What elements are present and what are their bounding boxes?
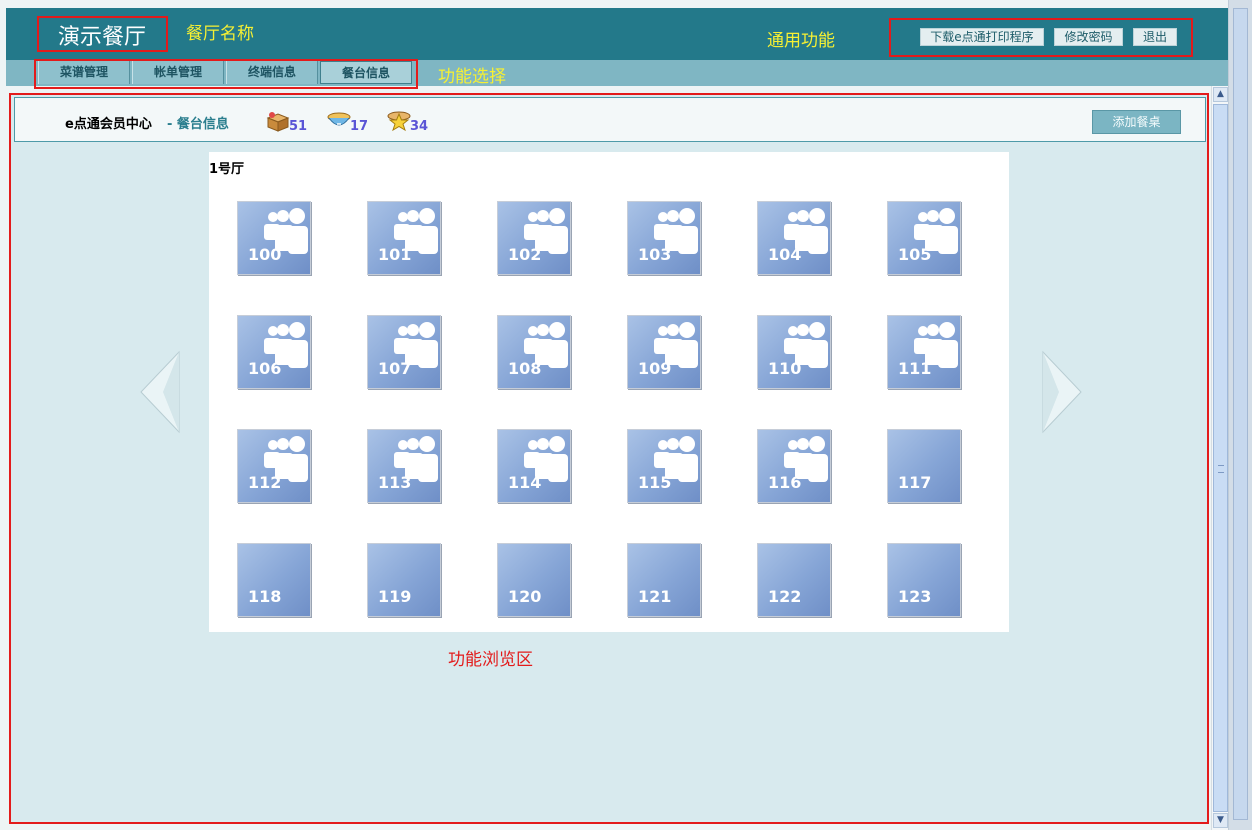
table-tile-117[interactable]: 117 — [887, 429, 961, 503]
annotation-restaurant-name: 餐厅名称 — [186, 24, 254, 44]
stat-box-count: 51 — [289, 119, 308, 134]
table-tile-112[interactable]: 112 — [237, 429, 311, 503]
table-number: 113 — [378, 473, 412, 492]
table-tile-103[interactable]: 103 — [627, 201, 701, 275]
grip-icon — [1218, 465, 1224, 473]
stat-bowl-count: 17 — [350, 119, 369, 134]
window-scrollbar[interactable] — [1228, 0, 1252, 830]
box-icon — [266, 112, 290, 132]
table-number: 123 — [898, 587, 932, 606]
table-tile-107[interactable]: 107 — [367, 315, 441, 389]
table-tile-114[interactable]: 114 — [497, 429, 571, 503]
menu-bar: 菜谱管理 帐单管理 终端信息 餐台信息 功能选择 — [6, 59, 1228, 89]
table-number: 115 — [638, 473, 672, 492]
info-bar: e点通会员中心 - 餐台信息 51 17 34 添加餐桌 — [14, 97, 1206, 142]
table-number: 114 — [508, 473, 542, 492]
table-number: 121 — [638, 587, 672, 606]
table-number: 122 — [768, 587, 802, 606]
table-tile-101[interactable]: 101 — [367, 201, 441, 275]
menu-highlight — [34, 59, 418, 89]
annotation-common-functions: 通用功能 — [767, 31, 835, 51]
table-tile-102[interactable]: 102 — [497, 201, 571, 275]
restaurant-name: 演示餐厅 — [58, 25, 147, 50]
table-panel: 1号厅 100 101 102 103 104 105 106 107 108 109 110 111… — [209, 152, 1009, 632]
table-tile-121[interactable]: 121 — [627, 543, 701, 617]
table-tile-113[interactable]: 113 — [367, 429, 441, 503]
prev-page-arrow-icon[interactable] — [139, 350, 181, 434]
window-scroll-thumb[interactable] — [1233, 8, 1248, 820]
table-number: 100 — [248, 245, 282, 264]
table-tile-120[interactable]: 120 — [497, 543, 571, 617]
browse-area: e点通会员中心 - 餐台信息 51 17 34 添加餐桌 1号厅 100 101… — [9, 93, 1209, 824]
table-tile-109[interactable]: 109 — [627, 315, 701, 389]
table-number: 101 — [378, 245, 412, 264]
table-tile-122[interactable]: 122 — [757, 543, 831, 617]
table-tile-104[interactable]: 104 — [757, 201, 831, 275]
star-icon — [387, 111, 411, 132]
table-number: 106 — [248, 359, 282, 378]
table-number: 119 — [378, 587, 412, 606]
table-number: 120 — [508, 587, 542, 606]
table-number: 105 — [898, 245, 932, 264]
table-tile-116[interactable]: 116 — [757, 429, 831, 503]
download-print-program-button[interactable]: 下载e点通打印程序 — [920, 28, 1044, 46]
table-tile-110[interactable]: 110 — [757, 315, 831, 389]
table-number: 112 — [248, 473, 282, 492]
next-page-arrow-icon[interactable] — [1041, 350, 1083, 434]
stat-star-count: 34 — [410, 119, 429, 134]
table-number: 118 — [248, 587, 282, 606]
change-password-button[interactable]: 修改密码 — [1054, 28, 1123, 46]
table-number: 102 — [508, 245, 542, 264]
table-number: 116 — [768, 473, 802, 492]
table-number: 103 — [638, 245, 672, 264]
table-number: 117 — [898, 473, 932, 492]
scroll-up-icon[interactable]: ▲ — [1213, 87, 1228, 102]
scroll-thumb[interactable] — [1213, 104, 1228, 812]
header-bar: 演示餐厅 餐厅名称 通用功能 下载e点通打印程序 修改密码 退出 — [6, 8, 1228, 60]
table-number: 104 — [768, 245, 802, 264]
table-number: 108 — [508, 359, 542, 378]
table-tile-100[interactable]: 100 — [237, 201, 311, 275]
table-tile-111[interactable]: 111 — [887, 315, 961, 389]
table-number: 107 — [378, 359, 412, 378]
table-number: 110 — [768, 359, 802, 378]
logout-button[interactable]: 退出 — [1133, 28, 1177, 46]
table-tile-105[interactable]: 105 — [887, 201, 961, 275]
table-tile-115[interactable]: 115 — [627, 429, 701, 503]
content-scrollbar[interactable]: ▲ ▼ — [1211, 86, 1228, 830]
bowl-icon — [327, 112, 351, 126]
add-table-button[interactable]: 添加餐桌 — [1092, 110, 1181, 134]
scroll-down-icon[interactable]: ▼ — [1213, 813, 1228, 828]
table-tile-119[interactable]: 119 — [367, 543, 441, 617]
table-number: 111 — [898, 359, 932, 378]
annotation-function-select: 功能选择 — [438, 67, 506, 87]
table-number: 109 — [638, 359, 672, 378]
table-tile-108[interactable]: 108 — [497, 315, 571, 389]
member-center-label: e点通会员中心 — [65, 117, 152, 132]
annotation-browse-area: 功能浏览区 — [448, 650, 533, 670]
table-tile-118[interactable]: 118 — [237, 543, 311, 617]
table-tile-106[interactable]: 106 — [237, 315, 311, 389]
current-page-label: - 餐台信息 — [167, 117, 229, 132]
hall-title: 1号厅 — [209, 162, 245, 177]
table-tile-123[interactable]: 123 — [887, 543, 961, 617]
